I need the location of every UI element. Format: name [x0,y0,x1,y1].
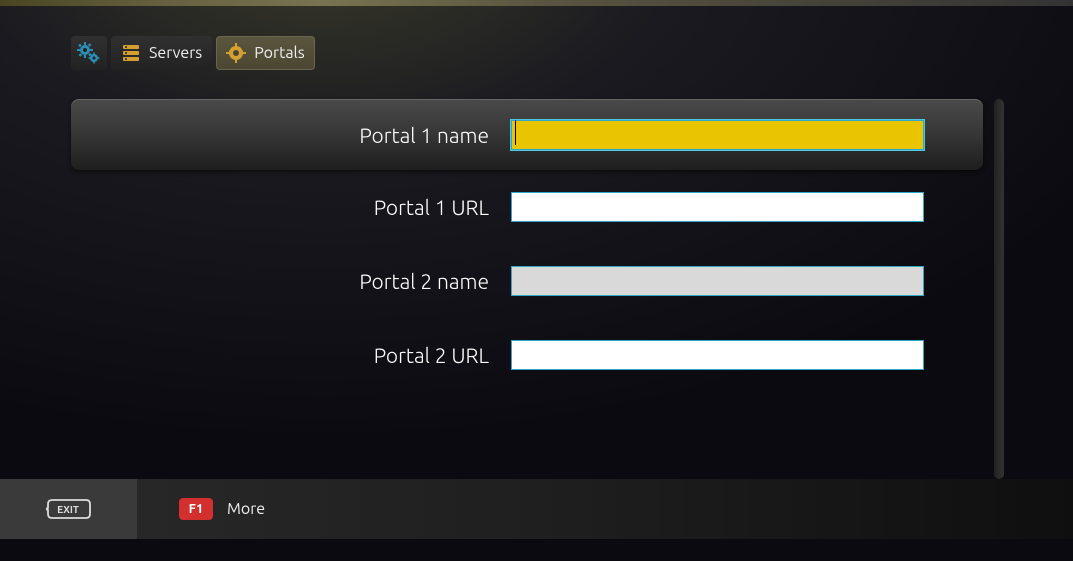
input-portal-2-name[interactable] [511,266,924,296]
tab-portals-label: Portals [254,44,304,62]
f1-key-badge: F1 [179,498,213,520]
input-portal-1-url[interactable] [511,192,924,222]
row-portal-1-url: Portal 1 URL [71,170,983,244]
scrollbar[interactable] [994,99,1004,479]
tab-settings[interactable] [71,36,107,70]
tab-servers[interactable]: Servers [111,36,212,70]
label-portal-2-name: Portal 2 name [71,269,511,293]
server-stack-icon [121,43,141,63]
portal-gear-icon [226,43,246,63]
svg-text:EXIT: EXIT [57,504,79,515]
exit-icon: EXIT [46,498,92,520]
label-portal-1-name: Portal 1 name [71,123,511,147]
input-portal-1-name[interactable] [511,120,924,150]
label-portal-2-url: Portal 2 URL [71,343,511,367]
tab-portals[interactable]: Portals [216,36,314,70]
row-portal-2-name: Portal 2 name [71,244,983,318]
window-top-glow [0,0,1073,6]
input-portal-2-url[interactable] [511,340,924,370]
portal-form: Portal 1 name Portal 1 URL Portal 2 name… [71,99,983,392]
row-portal-1-name: Portal 1 name [71,99,983,170]
text-cursor [515,120,516,145]
tab-servers-label: Servers [149,44,202,62]
exit-button[interactable]: EXIT [0,479,137,539]
more-button[interactable]: More [227,500,265,518]
row-portal-2-url: Portal 2 URL [71,318,983,392]
label-portal-1-url: Portal 1 URL [71,195,511,219]
footer-bar: EXIT F1 More [0,479,1073,539]
tab-bar: Servers Portals [71,36,315,70]
settings-gears-icon [77,42,101,64]
